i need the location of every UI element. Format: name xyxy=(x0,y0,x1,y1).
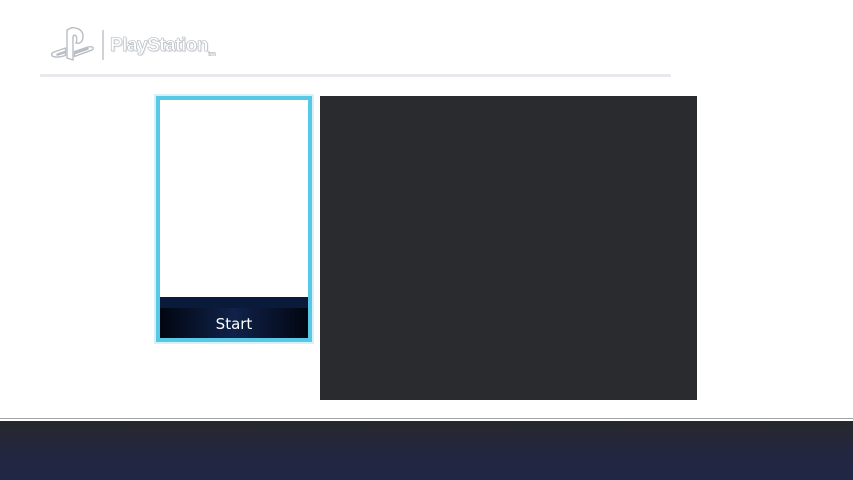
footer-bar xyxy=(0,421,853,480)
playstation-wordmark: PlayStationtm xyxy=(110,34,216,58)
start-tile[interactable]: Start xyxy=(156,96,312,342)
tile-caption: Start xyxy=(160,308,308,338)
footer-divider xyxy=(0,418,853,419)
preview-panel xyxy=(320,96,697,400)
tile-image xyxy=(160,100,308,297)
playstation-logo: PlayStationtm xyxy=(50,27,216,63)
playstation-symbol-icon xyxy=(50,27,94,61)
logo-divider xyxy=(102,30,104,60)
header-divider xyxy=(40,74,671,77)
tile-label: Start xyxy=(215,315,253,333)
trademark-mark: tm xyxy=(207,50,216,58)
